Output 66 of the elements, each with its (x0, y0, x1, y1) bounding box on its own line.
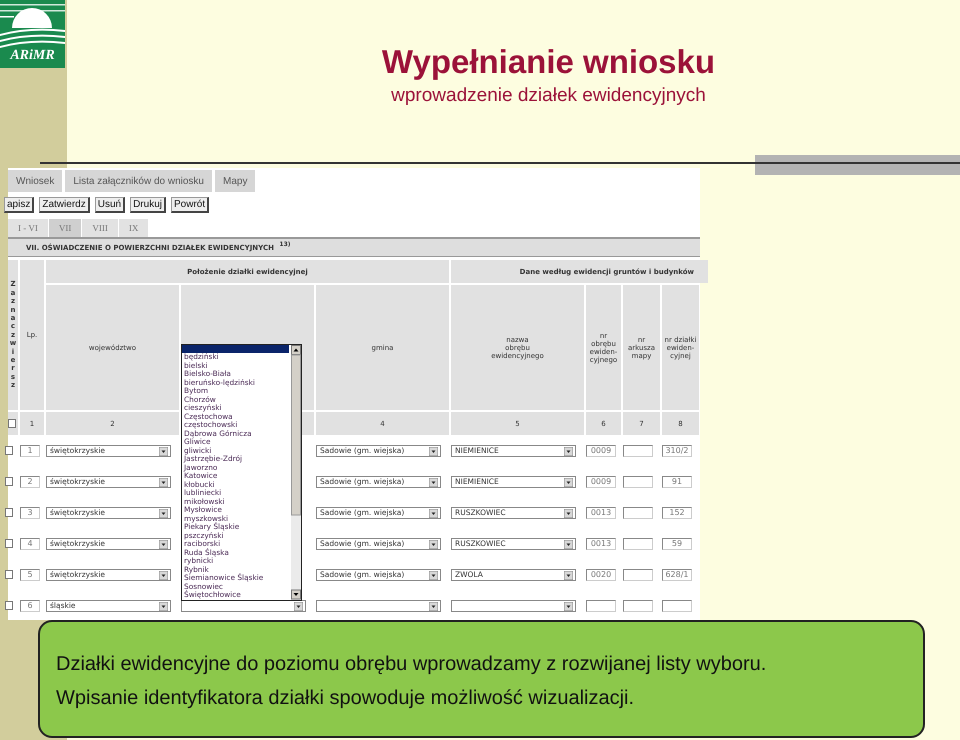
caret-icon (429, 602, 438, 610)
dropdown-field[interactable] (316, 600, 441, 612)
caret-icon (429, 478, 438, 486)
input-field[interactable]: 91 (662, 476, 692, 488)
scrollbar[interactable] (291, 344, 301, 600)
input-field[interactable]: 2 (20, 476, 40, 488)
tab[interactable]: Wniosek (8, 170, 62, 192)
input-field[interactable]: 152 (662, 506, 692, 518)
toolbar-button[interactable]: apisz (4, 197, 34, 213)
callout-text: Wpisanie identyfikatora działki spowoduje możliwość wizualizacji. (56, 686, 636, 710)
checkbox[interactable] (5, 477, 13, 486)
section-tab[interactable]: I - VI (8, 219, 49, 237)
caret-icon (564, 478, 573, 486)
caret-icon (429, 446, 438, 456)
input-field[interactable]: 0013 (586, 538, 616, 550)
input-field[interactable]: 1 (20, 444, 40, 456)
caret-icon (564, 446, 573, 456)
caret-icon (429, 540, 438, 548)
caret-icon (159, 540, 168, 548)
checkbox[interactable] (5, 539, 13, 548)
caret-icon (429, 570, 438, 580)
toolbar-button[interactable]: Powrót (170, 197, 210, 213)
caret-icon (564, 570, 573, 580)
toolbar-button[interactable]: Zatwierdz (39, 197, 90, 213)
input-field[interactable]: 0009 (586, 444, 616, 456)
logo-text: ARiMR (10, 48, 55, 64)
checkbox[interactable] (5, 508, 13, 517)
input-field[interactable] (623, 444, 653, 456)
input-field[interactable] (623, 476, 653, 488)
caret-icon (159, 570, 168, 580)
toolbar-button[interactable]: Usuń (94, 197, 126, 213)
toolbar-button[interactable]: Drukuj (130, 197, 166, 213)
tab[interactable]: Mapy (214, 170, 256, 192)
slide-title: Wypełnianie wniosku (382, 42, 716, 82)
input-field[interactable] (623, 568, 653, 580)
checkbox[interactable] (5, 570, 13, 579)
tab[interactable]: Lista załączników do wniosku (65, 170, 212, 192)
input-field[interactable]: 0020 (586, 568, 616, 580)
input-field[interactable]: 0013 (586, 506, 616, 518)
input-field[interactable]: 5 (20, 568, 40, 580)
caret-icon (429, 508, 438, 518)
dropdown-field[interactable] (451, 600, 576, 612)
checkbox[interactable] (5, 446, 13, 455)
checkbox[interactable] (5, 601, 13, 610)
input-field[interactable] (586, 600, 616, 612)
slide-subtitle: wprowadzenie działek ewidencyjnych (391, 84, 706, 108)
input-field[interactable]: 3 (20, 506, 40, 518)
input-field[interactable] (623, 538, 653, 550)
input-field[interactable]: 0009 (586, 476, 616, 488)
input-field[interactable]: 4 (20, 538, 40, 550)
input-field[interactable]: 628/1 (662, 568, 692, 580)
caret-icon (159, 478, 168, 486)
input-field[interactable] (662, 600, 692, 612)
input-field[interactable]: 59 (662, 538, 692, 550)
caret-icon (564, 602, 573, 610)
caret-icon (564, 540, 573, 548)
input-field[interactable] (623, 506, 653, 518)
input-field[interactable] (623, 600, 653, 612)
caret-icon (159, 508, 168, 518)
caret-icon (159, 446, 168, 456)
caret-icon (159, 602, 168, 610)
input-field[interactable]: 310/2 (662, 444, 692, 456)
caret-icon (294, 602, 303, 610)
caret-icon (564, 508, 573, 518)
callout-text: Działki ewidencyjne do poziomu obrębu wprowadzamy z rozwijanej listy wyboru. (56, 652, 768, 676)
input-field[interactable]: 6 (20, 600, 40, 612)
